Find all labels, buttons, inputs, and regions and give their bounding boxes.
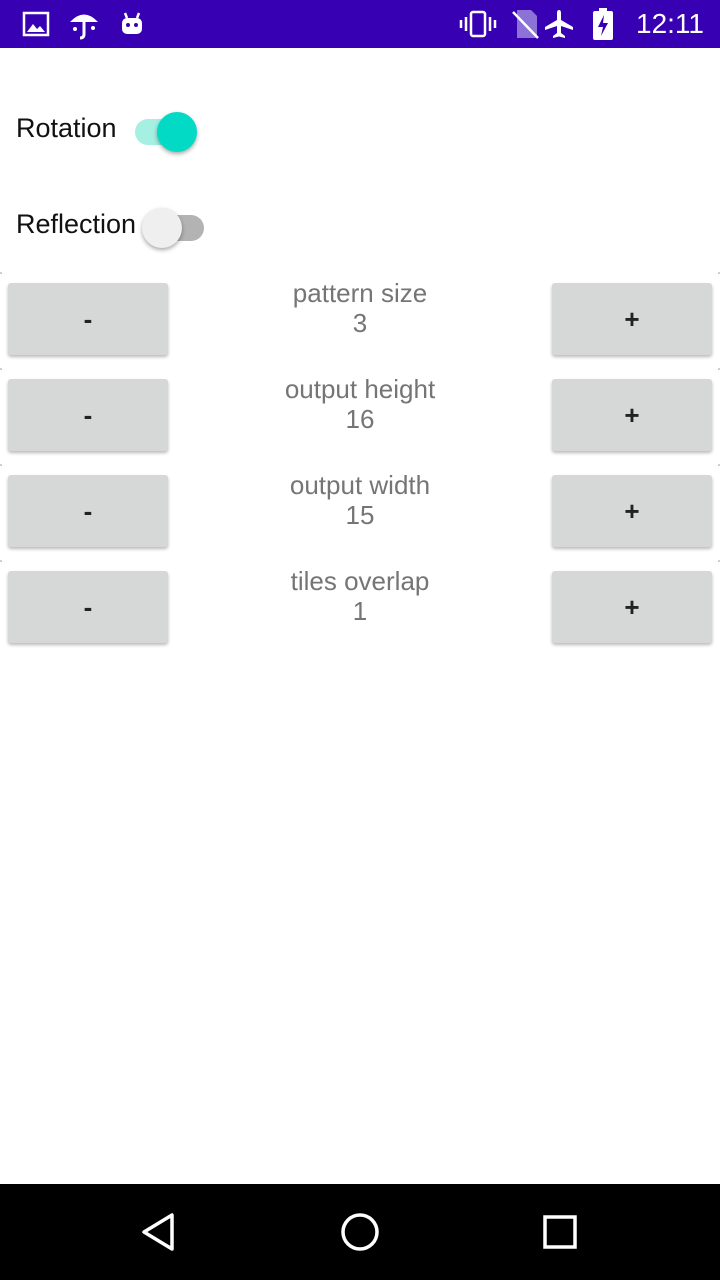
- tiles-overlap-stepper: - tiles overlap 1 +: [0, 560, 720, 656]
- output-height-decrease-button[interactable]: -: [8, 379, 168, 451]
- output-width-decrease-button[interactable]: -: [8, 475, 168, 547]
- vibrate-icon: [458, 0, 498, 48]
- tiles-overlap-label: tiles overlap: [290, 566, 430, 596]
- output-height-label: output height: [284, 374, 436, 404]
- tiles-overlap-decrease-button[interactable]: -: [8, 571, 168, 643]
- no-sim-icon: [508, 0, 542, 48]
- airplane-icon: [540, 0, 578, 48]
- tiles-overlap-display: tiles overlap 1: [180, 566, 540, 626]
- pattern-size-value: 3: [352, 308, 368, 338]
- back-icon[interactable]: [112, 1184, 208, 1280]
- pattern-size-stepper: - pattern size 3 +: [0, 272, 720, 368]
- pattern-size-label: pattern size: [292, 278, 428, 308]
- output-width-label: output width: [289, 470, 431, 500]
- output-height-stepper: - output height 16 +: [0, 368, 720, 464]
- output-height-increase-button[interactable]: +: [552, 379, 712, 451]
- tiles-overlap-increase-button[interactable]: +: [552, 571, 712, 643]
- output-width-display: output width 15: [180, 470, 540, 530]
- rotation-row: Rotation: [16, 104, 199, 152]
- rotation-switch-thumb: [156, 112, 197, 152]
- pattern-size-display: pattern size 3: [180, 278, 540, 338]
- rotation-switch[interactable]: [129, 104, 199, 152]
- image-icon: [20, 0, 52, 48]
- output-width-increase-button[interactable]: +: [552, 475, 712, 547]
- recents-icon[interactable]: [512, 1184, 608, 1280]
- output-height-value: 16: [345, 404, 375, 434]
- reflection-label: Reflection: [16, 208, 137, 239]
- reflection-row: Reflection: [16, 200, 210, 248]
- clock: 12:11: [636, 8, 704, 39]
- battery-charging-icon: [588, 0, 618, 48]
- output-width-value: 15: [345, 500, 375, 530]
- tiles-overlap-value: 1: [352, 596, 368, 626]
- reflection-switch-thumb: [142, 208, 183, 248]
- output-width-stepper: - output width 15 +: [0, 464, 720, 560]
- reflection-switch[interactable]: [140, 200, 210, 248]
- status-bar: 12:11: [0, 0, 720, 48]
- rotation-label: Rotation: [16, 112, 117, 143]
- pattern-size-decrease-button[interactable]: -: [8, 283, 168, 355]
- home-icon[interactable]: [312, 1184, 408, 1280]
- umbrella-icon: [66, 0, 102, 48]
- pattern-size-increase-button[interactable]: +: [552, 283, 712, 355]
- output-height-display: output height 16: [180, 374, 540, 434]
- navigation-bar: [0, 1184, 720, 1280]
- android-icon: [116, 0, 148, 48]
